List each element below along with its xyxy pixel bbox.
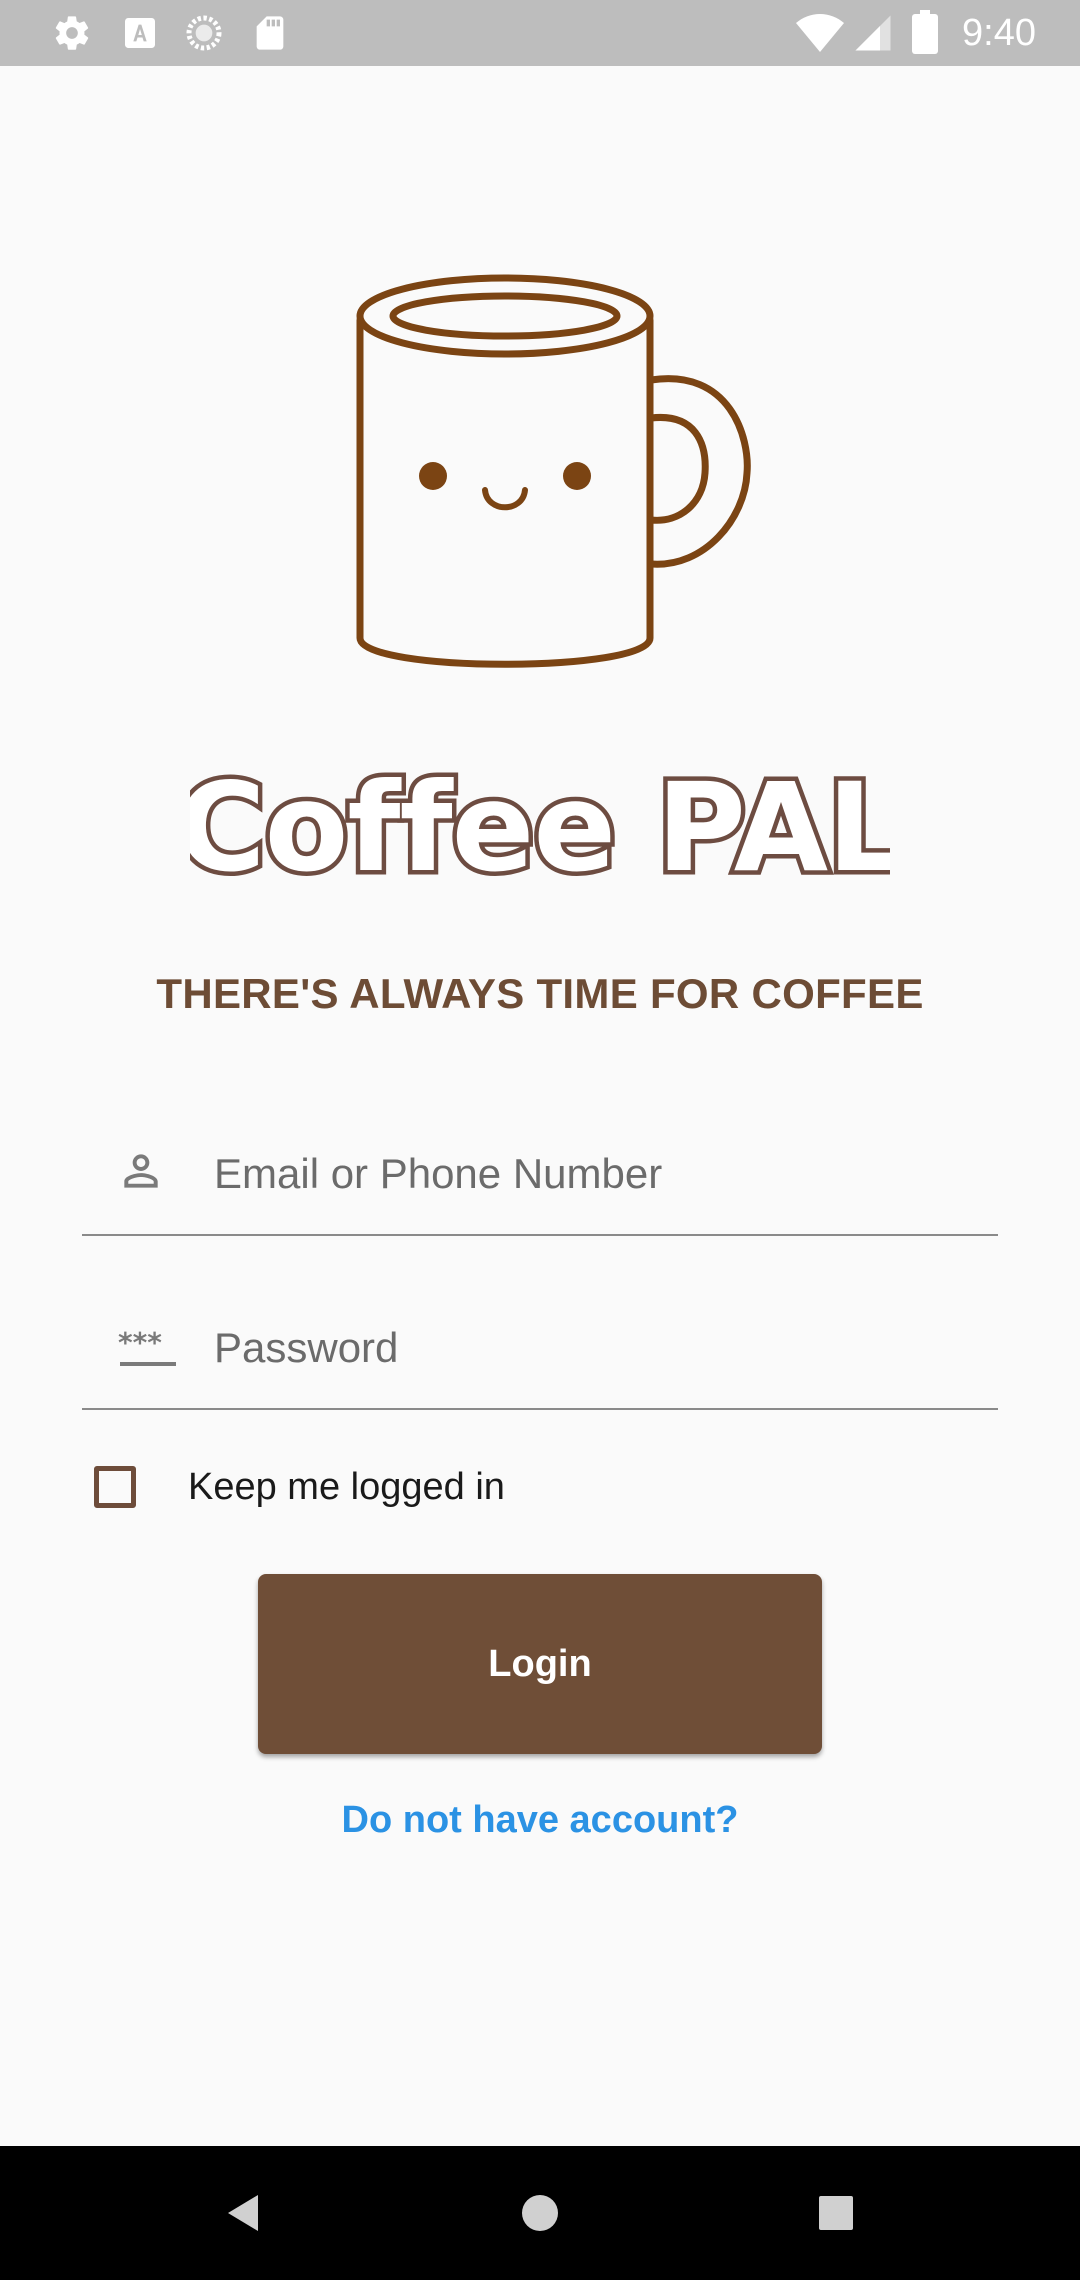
gear-icon (55, 16, 89, 50)
recents-icon[interactable] (806, 2183, 866, 2243)
email-input[interactable] (214, 1114, 974, 1234)
wifi-icon (796, 14, 844, 52)
password-input[interactable] (214, 1288, 974, 1408)
sync-circle-icon (186, 15, 222, 51)
password-field[interactable]: *** (82, 1288, 998, 1410)
battery-icon (912, 10, 938, 54)
status-time: 9:40 (962, 12, 1036, 54)
font-a-icon (125, 18, 155, 48)
password-icon: *** (118, 1326, 176, 1366)
wordmark-text: Coffee PAL (190, 757, 890, 899)
keep-logged-in-checkbox[interactable] (94, 1466, 136, 1508)
svg-text:***: *** (118, 1326, 162, 1359)
login-button[interactable]: Login (258, 1574, 822, 1754)
person-icon (124, 1154, 158, 1188)
email-field[interactable] (82, 1114, 998, 1236)
app-wordmark: Coffee PAL (190, 753, 890, 903)
sd-card-icon (256, 16, 284, 50)
keep-logged-in-label[interactable]: Keep me logged in (188, 1464, 505, 1510)
status-bar: 9:40 (0, 0, 1080, 66)
keep-logged-in-row[interactable]: Keep me logged in (94, 1466, 694, 1518)
coffee-mug-logo (356, 274, 751, 668)
tagline: THERE'S ALWAYS TIME FOR COFFEE (156, 970, 924, 1017)
cell-signal-icon (855, 15, 891, 51)
signup-link[interactable]: Do not have account? (0, 1795, 1080, 1845)
navigation-bar (0, 2146, 1080, 2280)
home-icon[interactable] (510, 2183, 570, 2243)
back-icon[interactable] (216, 2183, 276, 2243)
